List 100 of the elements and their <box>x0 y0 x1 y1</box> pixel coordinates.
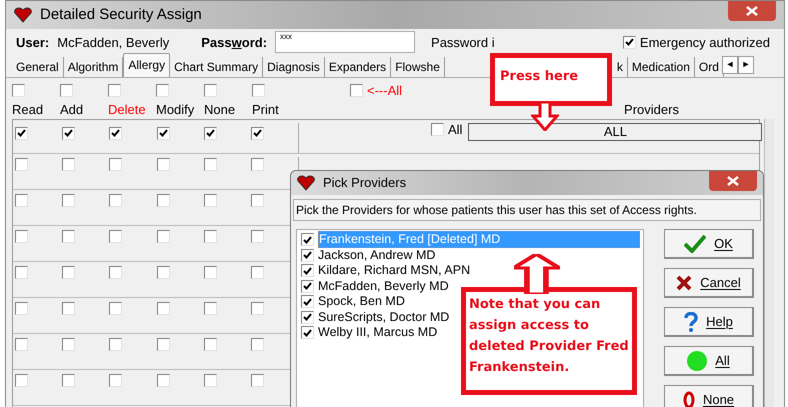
providers-button[interactable]: ALL <box>468 123 762 141</box>
scroll-right-button[interactable]: ► <box>738 56 754 74</box>
checkbox[interactable] <box>204 194 217 207</box>
checkbox[interactable] <box>62 338 76 351</box>
user-label: User: <box>16 34 50 52</box>
checkbox[interactable] <box>15 266 28 279</box>
checkbox[interactable] <box>431 123 444 136</box>
instruction-text: Pick the Providers for whose patients this user has this set of Access rights. <box>296 202 697 217</box>
checkbox[interactable] <box>250 158 264 171</box>
provider-item[interactable]: Spock, Ben MD <box>318 294 405 310</box>
checkbox[interactable] <box>12 84 25 96</box>
provider-item[interactable]: Welby III, Marcus MD <box>318 325 438 340</box>
dialog-button[interactable]: None <box>664 385 754 407</box>
tab[interactable]: Allergy <box>123 52 170 76</box>
checkbox[interactable] <box>250 338 264 351</box>
heart-logo-icon <box>14 6 32 23</box>
close-icon <box>676 274 692 290</box>
column-heading: Modify <box>156 100 194 119</box>
checkbox[interactable] <box>204 230 217 243</box>
checkbox[interactable] <box>156 266 170 279</box>
checkbox[interactable] <box>204 158 217 171</box>
checkbox[interactable] <box>62 158 76 171</box>
checkbox[interactable] <box>15 230 28 243</box>
checkbox[interactable] <box>204 84 217 96</box>
checkbox[interactable] <box>250 302 264 315</box>
checkbox[interactable] <box>108 84 121 96</box>
checkbox[interactable] <box>62 374 76 387</box>
dialog-button[interactable]: Help <box>664 307 754 337</box>
column-heading: Read <box>12 100 44 118</box>
provider-item[interactable]: Kildare, Richard MSN, APN <box>318 263 470 278</box>
checkbox[interactable] <box>109 158 122 171</box>
dialog-button[interactable]: OK <box>664 229 754 259</box>
checkbox[interactable] <box>109 338 122 351</box>
checkbox[interactable] <box>62 266 76 279</box>
checkmark-icon <box>624 38 634 46</box>
close-button[interactable] <box>728 1 776 21</box>
checkbox[interactable] <box>250 126 264 140</box>
provider-item[interactable]: Jackson, Andrew MD <box>318 248 436 263</box>
checkbox[interactable] <box>156 338 170 351</box>
checkbox[interactable] <box>250 374 264 387</box>
checkbox[interactable] <box>15 126 28 140</box>
checkbox[interactable] <box>250 266 264 279</box>
checkmark-icon <box>252 129 262 137</box>
checkbox[interactable] <box>109 126 122 140</box>
checkbox[interactable] <box>204 374 217 387</box>
checkbox[interactable] <box>15 338 28 351</box>
scrollbar[interactable] <box>764 119 774 407</box>
checkbox[interactable] <box>156 158 170 171</box>
close-button[interactable] <box>709 171 757 191</box>
checkbox[interactable] <box>60 84 73 96</box>
checkbox[interactable] <box>109 302 122 315</box>
provider-item[interactable]: SureScripts, Doctor MD <box>318 310 450 325</box>
checkmark-icon <box>64 129 74 137</box>
checkbox[interactable] <box>301 310 314 324</box>
checkbox[interactable] <box>622 36 636 49</box>
dialog-button[interactable]: Cancel <box>664 268 754 298</box>
checkbox[interactable] <box>156 374 170 387</box>
checkbox[interactable] <box>204 302 217 315</box>
checkbox[interactable] <box>15 158 28 171</box>
checkmark-icon <box>684 234 706 252</box>
checkbox[interactable] <box>156 126 170 140</box>
checkbox[interactable] <box>252 84 265 96</box>
checkbox[interactable] <box>204 266 217 279</box>
checkbox[interactable] <box>156 230 170 243</box>
dialog-button[interactable]: All <box>664 346 754 376</box>
checkbox[interactable] <box>109 374 122 387</box>
checkbox[interactable] <box>15 374 28 387</box>
checkbox[interactable] <box>15 194 28 207</box>
checkbox[interactable] <box>301 280 314 293</box>
checkbox[interactable] <box>62 230 76 243</box>
column-heading: Delete <box>108 100 146 118</box>
column-heading: Print <box>252 100 279 118</box>
checkbox[interactable] <box>204 338 217 351</box>
column-heading: None <box>204 100 236 118</box>
checkbox[interactable] <box>301 233 314 246</box>
checkbox[interactable] <box>15 302 28 315</box>
checkbox[interactable] <box>301 295 314 308</box>
checkbox[interactable] <box>109 266 122 279</box>
checkbox[interactable] <box>301 248 314 262</box>
checkbox[interactable] <box>156 194 170 207</box>
checkbox[interactable] <box>109 194 122 207</box>
scroll-left-button[interactable]: ◄ <box>722 56 738 74</box>
checkbox[interactable] <box>156 84 169 96</box>
circle-icon <box>687 350 708 370</box>
provider-item[interactable]: McFadden, Beverly MD <box>318 278 449 294</box>
checkbox[interactable] <box>62 194 76 207</box>
checkbox[interactable] <box>250 230 264 243</box>
checkbox[interactable] <box>204 126 217 140</box>
all-label: All <box>448 123 462 137</box>
checkbox[interactable] <box>62 126 76 140</box>
checkbox[interactable] <box>62 302 76 315</box>
checkbox[interactable] <box>250 194 264 207</box>
checkbox[interactable] <box>109 230 122 243</box>
checkbox[interactable] <box>301 264 314 278</box>
emergency-label: Emergency authorized <box>640 34 770 52</box>
password-field[interactable]: xxx <box>275 30 416 52</box>
checkmark-icon <box>17 129 26 137</box>
checkbox[interactable] <box>156 302 170 315</box>
checkbox[interactable] <box>301 326 314 340</box>
checkbox[interactable] <box>350 84 363 96</box>
